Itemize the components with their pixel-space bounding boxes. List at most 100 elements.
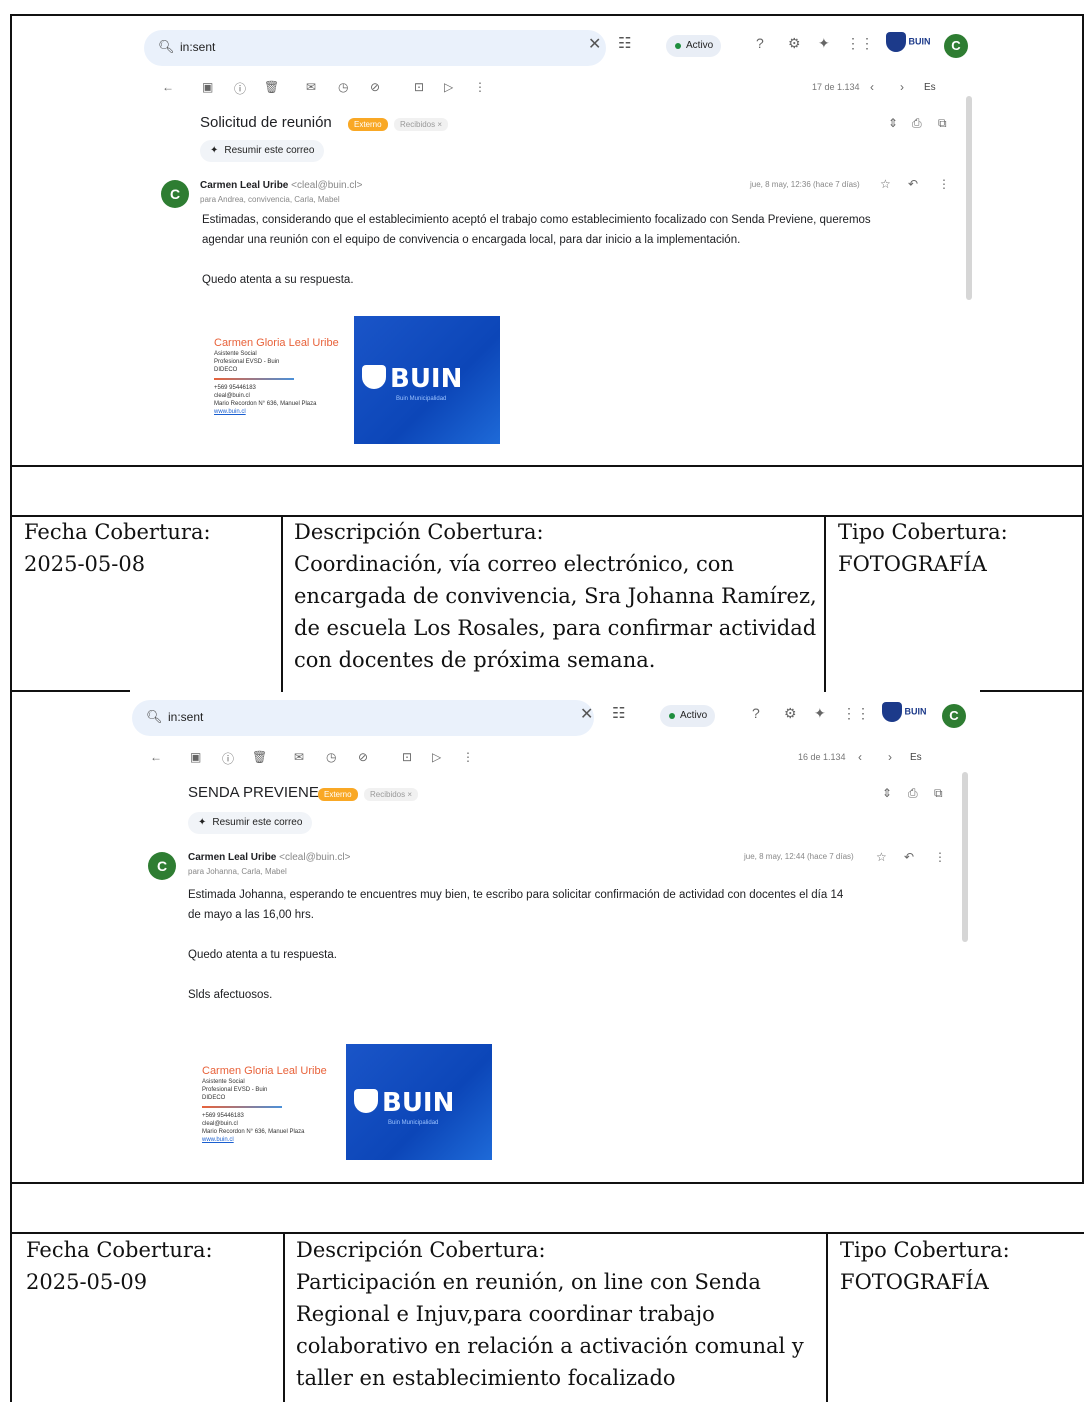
descripcion-label: Descripción Cobertura: <box>294 520 544 544</box>
account-avatar[interactable]: C <box>942 704 966 728</box>
column-divider <box>824 515 826 692</box>
search-icon[interactable]: 🔍︎ <box>158 39 175 55</box>
column-divider <box>283 1232 285 1402</box>
table-left-border <box>10 14 12 1184</box>
clear-search-icon[interactable]: ✕ <box>580 704 593 724</box>
fecha-label: Fecha Cobertura: <box>26 1238 213 1262</box>
search-bar[interactable]: 🔍︎ in:sent <box>132 700 594 736</box>
print-icon[interactable]: ⎙ <box>912 116 922 131</box>
status-activo[interactable]: Activo <box>660 705 716 727</box>
search-bar[interactable]: 🔍︎ in:sent <box>144 30 606 66</box>
email-subject: SENDA PREVIENE <box>188 784 319 801</box>
mail-toolbar: ← ▣ ⓘ 🗑︎ ✉ ◷ ⊘ ⊡ ▷ ⋮ 16 de 1.134 ‹ › Es <box>136 746 960 772</box>
row-divider <box>10 465 1084 467</box>
summarize-button[interactable]: ✦ Resumir este correo <box>188 812 313 834</box>
expand-icon[interactable]: ⇕ <box>888 116 898 130</box>
mail-toolbar: ← ▣ ⓘ 🗑︎ ✉ ◷ ⊘ ⊡ ▷ ⋮ 17 de 1.134 ‹ › Es <box>148 76 960 102</box>
tipo-label: Tipo Cobertura: <box>840 1238 1010 1262</box>
back-icon[interactable]: ← <box>150 750 162 764</box>
new-window-icon[interactable]: ⧉ <box>934 786 943 801</box>
reply-icon[interactable]: ↶ <box>904 850 914 864</box>
org-logo[interactable]: BUIN <box>886 32 932 56</box>
archive-icon[interactable]: ▣ <box>202 80 213 94</box>
org-logo[interactable]: BUIN <box>882 702 928 726</box>
delete-icon[interactable]: 🗑︎ <box>252 750 267 764</box>
gemini-icon[interactable]: ✦ <box>818 35 830 52</box>
column-divider <box>281 515 283 692</box>
tipo-label: Tipo Cobertura: <box>838 520 1008 544</box>
more-icon[interactable]: ⋮ <box>474 80 486 94</box>
report-icon[interactable]: ⓘ <box>222 750 234 767</box>
tag-external[interactable]: Externo <box>318 788 358 801</box>
recipients[interactable]: para Andrea, convivencia, Carla, Mabel <box>200 195 340 204</box>
search-icon[interactable]: 🔍︎ <box>146 709 163 725</box>
language-select[interactable]: Es <box>910 752 922 763</box>
sender-name: Carmen Leal Uribe <cleal@buin.cl> <box>188 852 351 863</box>
search-options-icon[interactable]: ☷ <box>618 34 631 52</box>
descripcion-cell: Descripción Cobertura: Participación en … <box>296 1234 804 1394</box>
apps-icon[interactable]: ⋮⋮ <box>842 705 870 722</box>
tipo-cell: Tipo Cobertura: FOTOGRAFÍA <box>840 1234 1010 1298</box>
summarize-label: Resumir este correo <box>212 817 303 828</box>
prev-icon[interactable]: ‹ <box>858 750 862 764</box>
recipients[interactable]: para Johanna, Carla, Mabel <box>188 867 287 876</box>
help-icon[interactable]: ? <box>756 35 764 51</box>
star-icon[interactable]: ☆ <box>880 177 891 191</box>
descripcion-label: Descripción Cobertura: <box>296 1238 546 1262</box>
language-select[interactable]: Es <box>924 82 936 93</box>
move-icon[interactable]: ⊡ <box>414 80 424 94</box>
label-icon[interactable]: ▷ <box>444 80 453 94</box>
more-options-icon[interactable]: ⋮ <box>938 177 950 191</box>
label-icon[interactable]: ▷ <box>432 750 441 764</box>
reply-icon[interactable]: ↶ <box>908 177 918 191</box>
prev-icon[interactable]: ‹ <box>870 80 874 94</box>
account-avatar[interactable]: C <box>944 34 968 58</box>
scrollbar[interactable] <box>966 96 972 300</box>
report-icon[interactable]: ⓘ <box>234 80 246 97</box>
snooze-icon[interactable]: ◷ <box>338 80 348 94</box>
clear-search-icon[interactable]: ✕ <box>588 34 601 54</box>
next-icon[interactable]: › <box>900 80 904 94</box>
print-icon[interactable]: ⎙ <box>908 786 918 801</box>
row-divider <box>980 690 1084 692</box>
search-input[interactable]: in:sent <box>168 710 203 724</box>
buin-logo-card: BUIN Buin Municipalidad <box>346 1044 492 1160</box>
search-input[interactable]: in:sent <box>180 40 215 54</box>
mark-unread-icon[interactable]: ✉ <box>306 80 316 94</box>
star-icon[interactable]: ☆ <box>876 850 887 864</box>
status-activo[interactable]: Activo <box>666 35 722 57</box>
summarize-button[interactable]: ✦ Resumir este correo <box>200 140 325 162</box>
fecha-value: 2025-05-09 <box>26 1270 148 1294</box>
new-window-icon[interactable]: ⧉ <box>938 116 947 131</box>
expand-icon[interactable]: ⇕ <box>882 786 892 800</box>
summarize-label: Resumir este correo <box>224 145 315 156</box>
next-icon[interactable]: › <box>888 750 892 764</box>
task-icon[interactable]: ⊘ <box>370 80 380 94</box>
delete-icon[interactable]: 🗑︎ <box>264 80 279 94</box>
more-options-icon[interactable]: ⋮ <box>934 850 946 864</box>
email-date: jue, 8 may, 12:36 (hace 7 días) <box>750 180 860 189</box>
help-icon[interactable]: ? <box>752 705 760 721</box>
email-date: jue, 8 may, 12:44 (hace 7 días) <box>744 852 854 861</box>
tipo-value: FOTOGRAFÍA <box>840 1270 989 1294</box>
apps-icon[interactable]: ⋮⋮ <box>846 35 874 52</box>
tag-external[interactable]: Externo <box>348 118 388 131</box>
tipo-cell: Tipo Cobertura: FOTOGRAFÍA <box>838 516 1008 580</box>
buin-logo-subtitle: Buin Municipalidad <box>396 396 447 402</box>
task-icon[interactable]: ⊘ <box>358 750 368 764</box>
archive-icon[interactable]: ▣ <box>190 750 201 764</box>
search-options-icon[interactable]: ☷ <box>612 704 625 722</box>
gear-icon[interactable]: ⚙ <box>784 705 797 722</box>
tag-inbox[interactable]: Recibidos × <box>364 788 419 801</box>
gemini-icon[interactable]: ✦ <box>814 705 826 722</box>
fecha-cell: Fecha Cobertura: 2025-05-08 <box>24 516 211 580</box>
scrollbar[interactable] <box>962 772 968 942</box>
back-icon[interactable]: ← <box>162 80 174 94</box>
mark-unread-icon[interactable]: ✉ <box>294 750 304 764</box>
gear-icon[interactable]: ⚙ <box>788 35 801 52</box>
snooze-icon[interactable]: ◷ <box>326 750 336 764</box>
move-icon[interactable]: ⊡ <box>402 750 412 764</box>
tag-inbox[interactable]: Recibidos × <box>394 118 449 131</box>
sparkle-icon: ✦ <box>210 145 219 156</box>
more-icon[interactable]: ⋮ <box>462 750 474 764</box>
